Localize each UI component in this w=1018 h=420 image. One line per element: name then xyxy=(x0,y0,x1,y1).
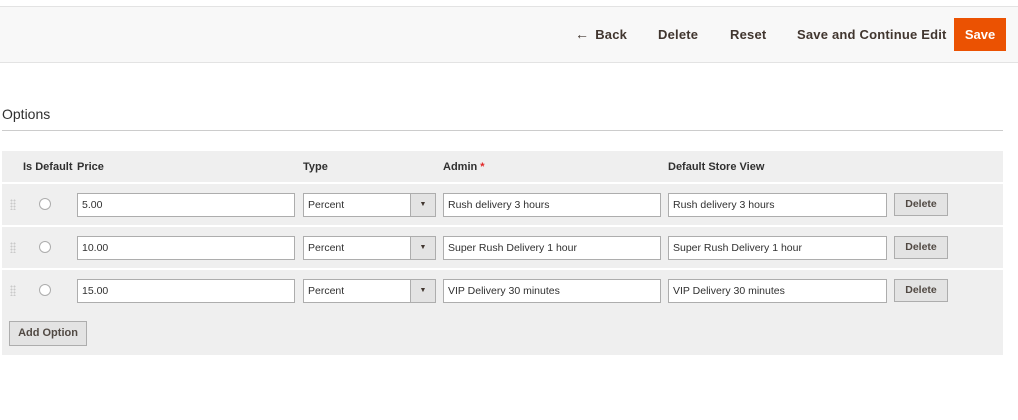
header-default-store-view: Default Store View xyxy=(668,161,765,173)
drag-handle-icon[interactable] xyxy=(10,242,16,253)
delete-row-button[interactable]: Delete xyxy=(894,236,948,259)
header-price: Price xyxy=(77,161,104,173)
type-select[interactable]: Percent ▼ xyxy=(303,279,436,303)
type-select-value: Percent xyxy=(308,199,345,211)
is-default-radio[interactable] xyxy=(39,198,51,210)
delete-row-button[interactable]: Delete xyxy=(894,279,948,302)
header-admin: Admin * xyxy=(443,161,485,173)
type-select[interactable]: Percent ▼ xyxy=(303,236,436,260)
admin-title-input[interactable] xyxy=(443,236,661,260)
option-row: Percent ▼ Delete xyxy=(2,225,1003,267)
options-grid: Is Default Price Type Admin * Default Sto… xyxy=(2,151,1003,355)
arrow-left-icon: ← xyxy=(575,26,590,42)
admin-title-input[interactable] xyxy=(443,279,661,303)
is-default-radio[interactable] xyxy=(39,284,51,296)
save-button[interactable]: Save xyxy=(954,18,1006,51)
header-is-default: Is Default xyxy=(23,161,73,173)
header-type: Type xyxy=(303,161,328,173)
chevron-down-icon: ▼ xyxy=(410,280,435,302)
delete-row-button[interactable]: Delete xyxy=(894,193,948,216)
store-view-title-input[interactable] xyxy=(668,236,887,260)
price-input[interactable] xyxy=(77,279,295,303)
chevron-down-icon: ▼ xyxy=(410,194,435,216)
option-row: Percent ▼ Delete xyxy=(2,268,1003,310)
page-actions-toolbar: ← Back Delete Reset Save and Continue Edi… xyxy=(0,6,1018,63)
price-input[interactable] xyxy=(77,236,295,260)
reset-button[interactable]: Reset xyxy=(730,7,766,62)
drag-handle-icon[interactable] xyxy=(10,285,16,296)
price-input[interactable] xyxy=(77,193,295,217)
section-divider xyxy=(2,130,1003,131)
section-title: Options xyxy=(2,106,51,122)
back-button[interactable]: ← Back xyxy=(575,7,627,62)
store-view-title-input[interactable] xyxy=(668,279,887,303)
chevron-down-icon: ▼ xyxy=(410,237,435,259)
is-default-radio[interactable] xyxy=(39,241,51,253)
option-row: Percent ▼ Delete xyxy=(2,182,1003,224)
type-select-value: Percent xyxy=(308,242,345,254)
add-option-button[interactable]: Add Option xyxy=(9,321,87,346)
admin-title-input[interactable] xyxy=(443,193,661,217)
header-admin-label: Admin xyxy=(443,161,478,173)
drag-handle-icon[interactable] xyxy=(10,199,16,210)
save-and-continue-button[interactable]: Save and Continue Edit xyxy=(797,7,947,62)
back-label: Back xyxy=(595,27,628,42)
store-view-title-input[interactable] xyxy=(668,193,887,217)
delete-button[interactable]: Delete xyxy=(658,7,698,62)
required-asterisk: * xyxy=(480,161,485,173)
type-select-value: Percent xyxy=(308,285,345,297)
type-select[interactable]: Percent ▼ xyxy=(303,193,436,217)
